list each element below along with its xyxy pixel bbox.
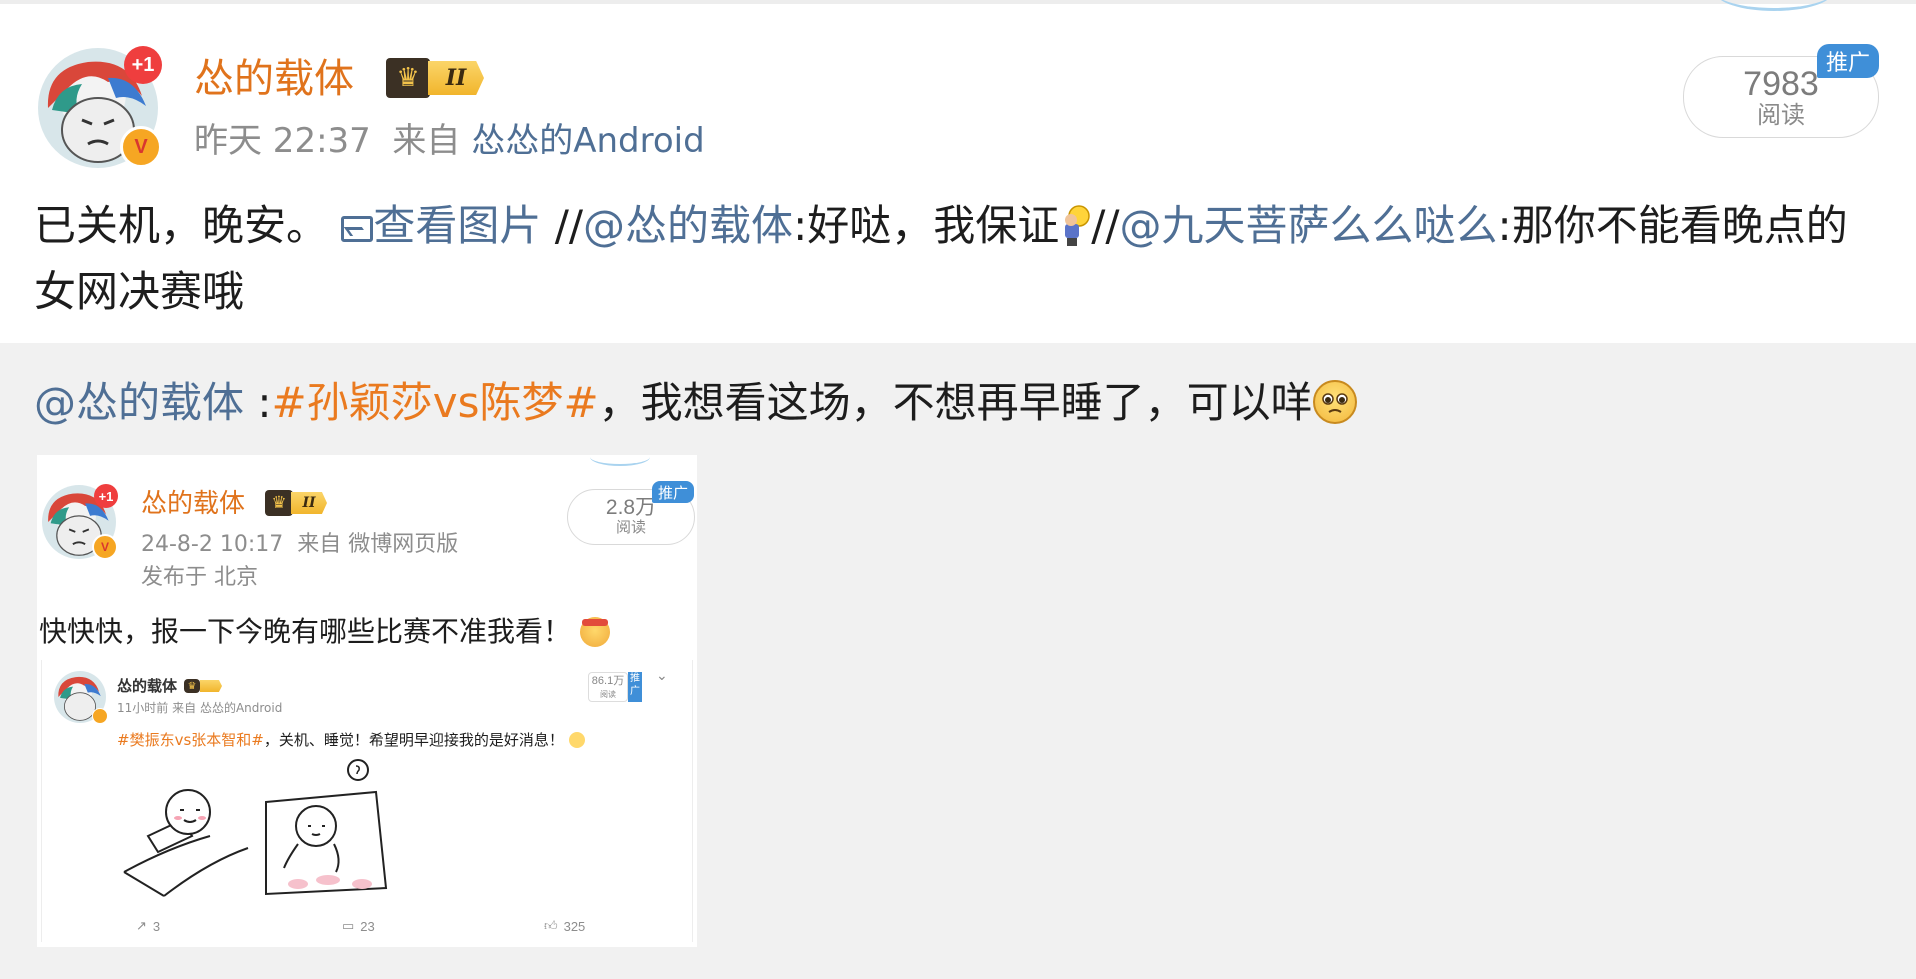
inner-text: ，关机、睡觉！希望明早迎接我的是好消息！ [263,731,564,749]
sketch-image-sleeping [118,762,254,898]
embed-emoji-icon [579,617,610,647]
embed-read-label: 阅读 [615,519,646,536]
post-author-name[interactable]: 怂的载体 [194,52,354,106]
inner-repost-button: ↗ 3 [136,918,160,934]
embed-level-tag: II [291,492,327,514]
inner-level-tag [200,680,222,692]
inner-comment-button: ▭ 23 [342,918,375,934]
comment-icon: ▭ [342,918,355,933]
embed-post-text: 快快快，报一下今晚有哪些比赛不准我看！ [39,614,610,650]
separator-2: // [1091,201,1120,250]
notification-badge: +1 [124,46,162,84]
bulb-emoji-icon [1059,201,1091,247]
embed-verified-icon: V [92,534,118,560]
embed-text: 快快快，报一下今晚有哪些比赛不准我看！ [39,615,572,648]
embed-time: 24-8-2 10:17 [141,532,284,557]
post-text-start: 已关机，晚安。 [34,201,329,250]
inner-source: 怂怂的Android [199,701,283,715]
view-image-link[interactable]: 查看图片 [341,201,541,250]
inner-read-pill: 86.1万 阅读 [588,672,628,702]
inner-time: 11小时前 [117,701,169,715]
inner-emoji-icon [568,732,585,748]
inner-source-prefix: 来自 [172,701,197,715]
source-prefix: 来自 [392,121,461,161]
post-time: 昨天 22:37 [194,121,371,161]
inner-hashtag: #樊振东vs张本智和# [117,731,264,749]
inner-repost-count: 3 [152,918,161,934]
repost-text: ，我想看这场，不想再早睡了，可以咩 [598,378,1313,427]
inner-post-text: #樊振东vs张本智和#，关机、睡觉！希望明早迎接我的是好消息！ [117,730,585,750]
embed-level-badge: ♛ II [265,490,327,516]
embed-location: 发布于 北京 [141,565,258,590]
top-divider [0,0,1916,4]
post-meta: 昨天 22:37 来自 怂怂的Android [194,118,705,164]
thumbs-up-icon: 👍︎ [544,918,558,933]
mention-2[interactable]: @九天菩萨么么哒么 [1120,201,1498,250]
view-image-label: 查看图片 [373,201,542,250]
embed-promo-tag: 推广 [652,481,694,503]
mention-1[interactable]: @怂的载体 [583,201,793,250]
post-text-mid: :好哒，我保证 [793,201,1060,250]
inner-level-badge: ♛ [184,679,222,693]
embed-source: 微博网页版 [348,532,459,557]
level-tag: II [428,61,484,95]
inner-like-button: 👍︎ 325 [544,918,585,934]
verified-icon: V [120,126,162,168]
embed-crown-icon: ♛ [265,490,293,516]
inner-read-count: 86.1万 [591,675,625,687]
inner-verified-icon [92,708,108,724]
pleading-face-icon [1312,380,1357,424]
separator-1: // [541,201,584,250]
inner-meta: 11小时前 来自 怂怂的Android [117,700,282,716]
inner-read-label: 阅读 [600,690,616,699]
level-badge: ♛ II [386,58,484,98]
post-body: 已关机，晚安。 查看图片 //@怂的载体:好哒，我保证//@九天菩萨么么哒么:那… [34,193,1884,325]
repost-body: @怂的载体 :#孙颖莎vs陈梦#，我想看这场，不想再早睡了，可以咩 [34,373,1357,433]
embed-source-prefix: 来自 [297,532,342,557]
promo-tag[interactable]: 推广 [1817,44,1879,78]
embed-meta: 24-8-2 10:17 来自 微博网页版 [141,530,458,560]
embed-decoration-arc [590,448,650,466]
repost-colon: : [244,378,272,427]
image-icon [341,216,374,242]
inner-promo-tag: 推广 [628,672,642,702]
inner-comment-count: 23 [360,918,375,934]
embed-author-name: 怂的载体 [141,489,246,519]
post-source[interactable]: 怂怂的Android [471,121,704,161]
sketch-image-awake [258,756,394,902]
crown-icon: ♛ [386,58,430,98]
read-label: 阅读 [1757,102,1805,129]
share-icon: ↗ [136,918,147,933]
inner-crown-icon: ♛ [184,679,200,693]
inner-author-name: 怂的载体 [117,677,178,695]
embed-notification-badge: +1 [94,484,118,508]
repost-mention[interactable]: @怂的载体 [34,378,244,427]
chevron-down-icon: ⌄ [656,668,668,684]
inner-like-count: 325 [563,918,586,934]
repost-hashtag[interactable]: #孙颖莎vs陈梦# [272,378,599,427]
